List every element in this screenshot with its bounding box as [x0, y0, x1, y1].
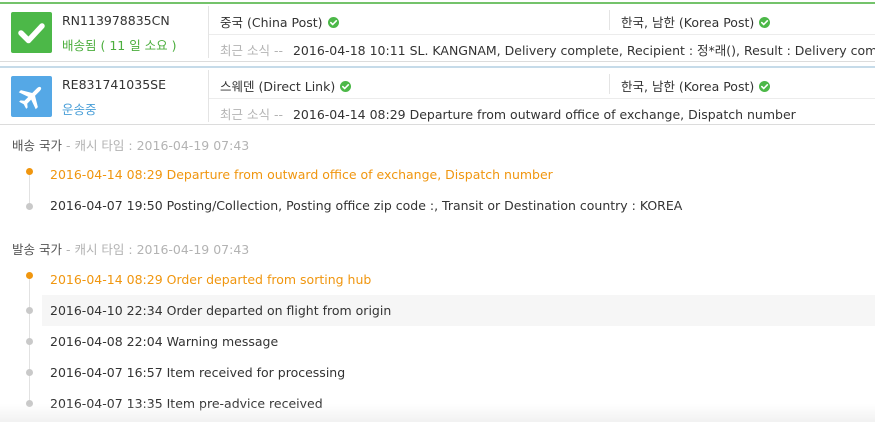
tracking-event: 2016-04-14 08:29 Departure from outward … [42, 159, 875, 190]
latest-update-label: 최근 소식 -- [220, 43, 283, 58]
divider [208, 6, 209, 58]
in-transit-badge [11, 76, 52, 117]
shipment-card-2[interactable]: RE831741035SE 운송중 스웨덴 (Direct Link) 한국, … [0, 66, 875, 125]
divider [208, 70, 209, 122]
destination-carrier: 한국, 남한 (Korea Post) [621, 12, 771, 31]
latest-update: 최근 소식 -- 2016-04-18 10:11 SL. KANGNAM, De… [220, 40, 875, 59]
timeline-dot [26, 168, 33, 175]
section-title: 배송 국가 [12, 138, 62, 153]
airplane-icon [18, 86, 42, 110]
tracking-event: 2016-04-07 19:50 Posting/Collection, Pos… [42, 190, 875, 221]
event-text: 2016-04-07 19:50 Posting/Collection, Pos… [50, 198, 683, 213]
timeline-dot [26, 369, 33, 376]
check-circle-icon [759, 17, 771, 28]
bottom-fade [0, 404, 875, 422]
shipment-card-1[interactable]: RN113978835CN 배송됨 ( 11 일 소요 ) 중국 (China … [0, 2, 875, 62]
origin-country-header: 발송 국가 - 캐시 타임 : 2016-04-19 07:43 [12, 239, 249, 258]
latest-update-text: 2016-04-14 08:29 Departure from outward … [292, 107, 796, 122]
tracking-event: 2016-04-14 08:29 Order departed from sor… [42, 264, 875, 295]
cache-time: - 캐시 타임 : 2016-04-19 07:43 [65, 242, 250, 257]
cache-time: - 캐시 타임 : 2016-04-19 07:43 [65, 138, 250, 153]
timeline-dot [26, 338, 33, 345]
origin-carrier-label: 스웨덴 (Direct Link) [220, 79, 336, 94]
section-title: 발송 국가 [12, 242, 62, 257]
delivered-badge [11, 12, 52, 53]
delivery-status: 운송중 [62, 102, 97, 117]
origin-carrier: 중국 (China Post) [220, 12, 339, 31]
tracking-event: 2016-04-07 16:57 Item received for proce… [42, 357, 875, 388]
timeline-dot [26, 307, 33, 314]
divider [609, 74, 610, 94]
destination-carrier-label: 한국, 남한 (Korea Post) [621, 15, 755, 30]
latest-update: 최근 소식 -- 2016-04-14 08:29 Departure from … [220, 104, 796, 123]
origin-carrier-label: 중국 (China Post) [220, 15, 323, 30]
timeline-dot [26, 272, 33, 279]
destination-carrier-label: 한국, 남한 (Korea Post) [621, 79, 755, 94]
event-text: 2016-04-14 08:29 Order departed from sor… [50, 272, 372, 287]
tracking-number[interactable]: RE831741035SE [62, 77, 166, 92]
divider [609, 10, 610, 30]
event-text: 2016-04-10 22:34 Order departed on fligh… [50, 303, 392, 318]
tracking-event: 2016-04-10 22:34 Order departed on fligh… [42, 295, 875, 326]
check-icon [18, 23, 45, 44]
tracking-event: 2016-04-08 22:04 Warning message [42, 326, 875, 357]
check-circle-icon [759, 81, 771, 92]
check-circle-icon [327, 17, 339, 28]
event-text: 2016-04-14 08:29 Departure from outward … [50, 167, 553, 182]
origin-carrier: 스웨덴 (Direct Link) [220, 76, 352, 95]
destination-carrier: 한국, 남한 (Korea Post) [621, 76, 771, 95]
divider [209, 98, 875, 99]
latest-update-text: 2016-04-18 10:11 SL. KANGNAM, Delivery c… [292, 43, 875, 58]
check-circle-icon [340, 81, 352, 92]
destination-country-header: 배송 국가 - 캐시 타임 : 2016-04-19 07:43 [12, 135, 249, 154]
event-text: 2016-04-08 22:04 Warning message [50, 334, 279, 349]
tracking-number[interactable]: RN113978835CN [62, 13, 170, 28]
timeline-dot [26, 203, 33, 210]
delivery-status: 배송됨 ( 11 일 소요 ) [62, 38, 177, 53]
event-text: 2016-04-07 16:57 Item received for proce… [50, 365, 346, 380]
latest-update-label: 최근 소식 -- [220, 107, 283, 122]
divider [209, 34, 875, 35]
